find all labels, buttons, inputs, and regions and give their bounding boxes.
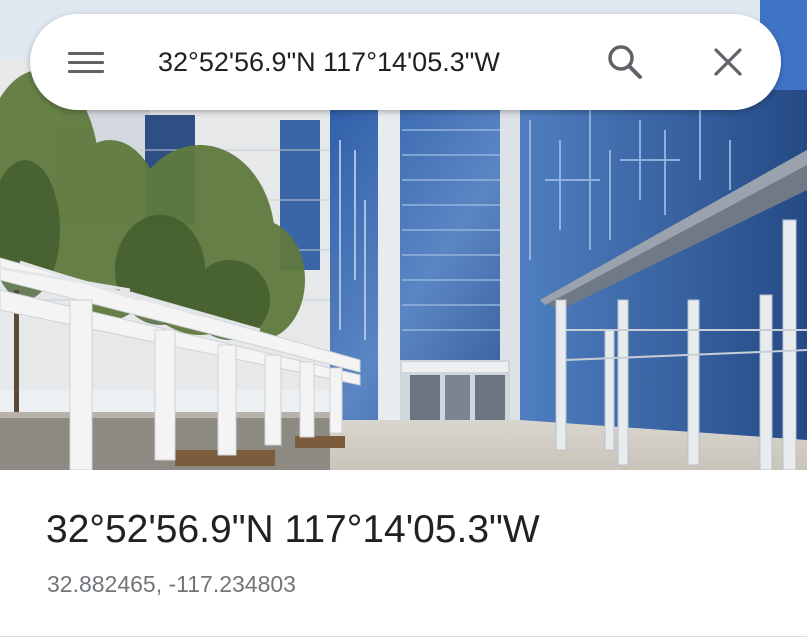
main-menu-button[interactable] (54, 42, 118, 82)
decimal-coordinates: 32.882465, -117.234803 (47, 571, 296, 597)
magnifier-icon (608, 45, 642, 79)
hamburger-menu-icon (68, 52, 104, 74)
divider (0, 636, 807, 637)
close-x-icon (714, 48, 742, 76)
map-place-screen: 32°52'56.9"N 117°14'05.3"W 32°52'56.9"N … (0, 0, 807, 639)
search-input[interactable]: 32°52'56.9"N 117°14'05.3"W (158, 44, 578, 80)
clear-search-button[interactable] (700, 36, 756, 88)
search-button[interactable] (596, 36, 652, 88)
place-info-panel: 32°52'56.9"N 117°14'05.3"W 32.882465, -1… (0, 470, 807, 639)
place-title: 32°52'56.9"N 117°14'05.3"W (46, 508, 540, 551)
search-bar: 32°52'56.9"N 117°14'05.3"W (30, 14, 781, 110)
